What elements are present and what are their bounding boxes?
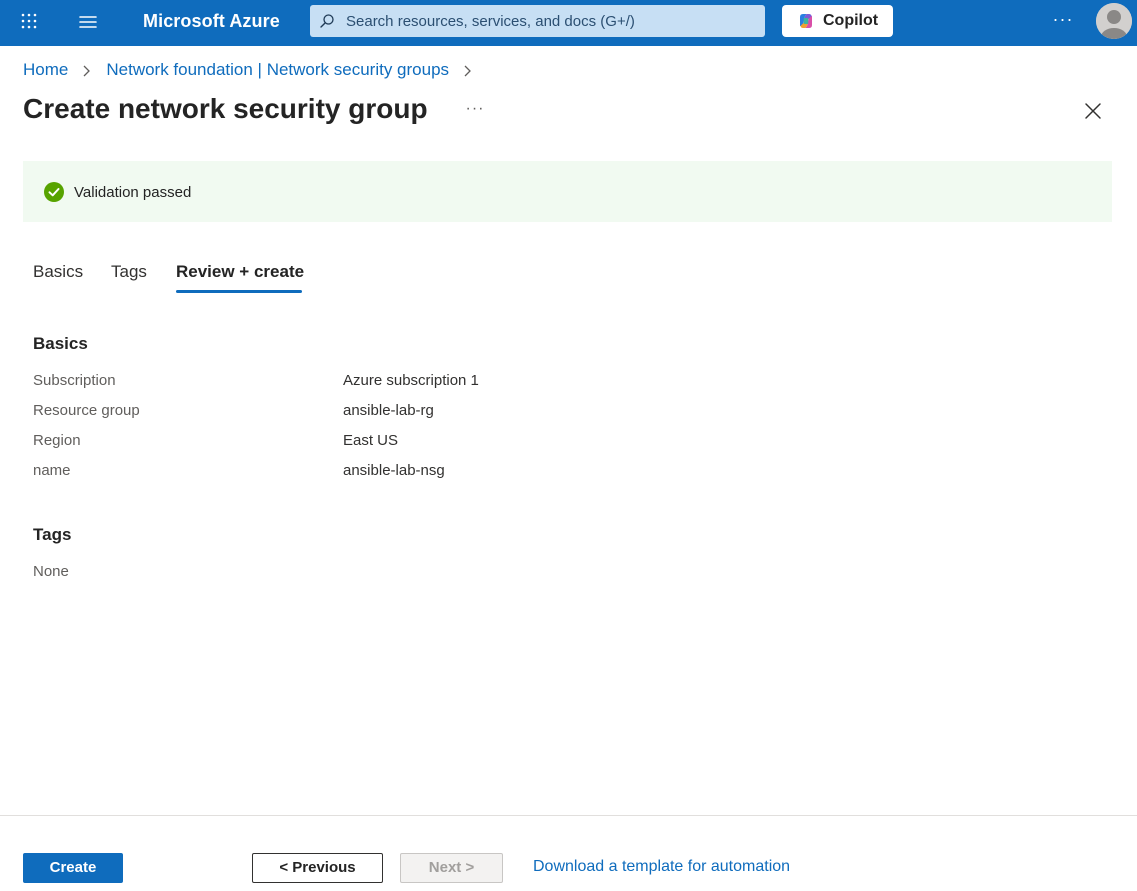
top-bar: Microsoft Azure Copilot ··· bbox=[0, 0, 1137, 46]
section-heading-tags: Tags bbox=[33, 525, 72, 544]
breadcrumb: Home Network foundation | Network securi… bbox=[23, 59, 487, 81]
brand-title[interactable]: Microsoft Azure bbox=[143, 11, 280, 32]
tab-tags[interactable]: Tags bbox=[111, 262, 147, 282]
previous-button[interactable]: < Previous bbox=[252, 853, 383, 883]
field-label-resource-group: Resource group bbox=[33, 402, 140, 419]
copilot-label: Copilot bbox=[823, 12, 879, 29]
avatar[interactable] bbox=[1096, 3, 1132, 39]
more-icon[interactable]: ··· bbox=[1050, 8, 1076, 34]
search-icon bbox=[319, 13, 335, 29]
download-template-link[interactable]: Download a template for automation bbox=[533, 858, 790, 876]
copilot-button[interactable]: Copilot bbox=[782, 5, 893, 37]
field-value-subscription: Azure subscription 1 bbox=[343, 372, 479, 389]
validation-message: Validation passed bbox=[74, 184, 192, 201]
hamburger-menu-icon[interactable] bbox=[77, 11, 99, 33]
section-heading-basics: Basics bbox=[33, 334, 88, 353]
copilot-icon bbox=[797, 12, 815, 30]
waffle-icon[interactable] bbox=[18, 10, 40, 32]
create-button[interactable]: Create bbox=[23, 853, 123, 883]
tab-review-create[interactable]: Review + create bbox=[176, 262, 304, 282]
page-title: Create network security group bbox=[23, 93, 428, 124]
validation-banner: Validation passed bbox=[23, 161, 1112, 222]
global-search[interactable] bbox=[310, 5, 765, 37]
footer-divider bbox=[0, 815, 1137, 816]
field-label-name: name bbox=[33, 462, 71, 479]
field-value-name: ansible-lab-nsg bbox=[343, 462, 445, 479]
chevron-right-icon bbox=[461, 63, 475, 77]
field-label-region: Region bbox=[33, 432, 81, 449]
next-button[interactable]: Next > bbox=[400, 853, 503, 883]
close-icon[interactable] bbox=[1081, 99, 1105, 123]
field-label-subscription: Subscription bbox=[33, 372, 116, 389]
search-input[interactable] bbox=[346, 5, 756, 37]
active-tab-indicator bbox=[176, 290, 302, 293]
more-options-icon[interactable]: ··· bbox=[462, 100, 488, 122]
tab-basics[interactable]: Basics bbox=[33, 262, 83, 282]
field-value-resource-group: ansible-lab-rg bbox=[343, 402, 434, 419]
field-value-region: East US bbox=[343, 432, 399, 449]
chevron-right-icon bbox=[80, 63, 94, 77]
tags-value: None bbox=[33, 563, 69, 580]
breadcrumb-network-security-groups[interactable]: Network foundation | Network security gr… bbox=[106, 60, 449, 80]
breadcrumb-home[interactable]: Home bbox=[23, 60, 68, 80]
success-check-icon bbox=[44, 182, 64, 202]
